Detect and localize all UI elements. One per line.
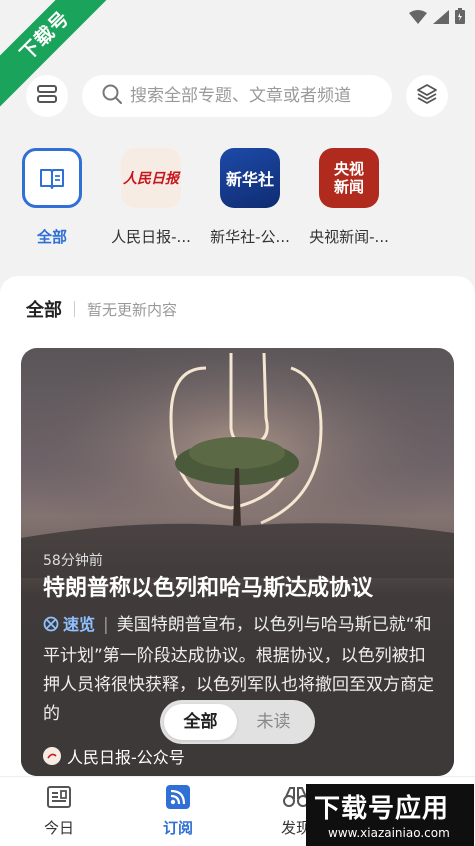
nav-today[interactable]: 今日 [19,785,99,838]
xhs-logo: 新华社 [220,148,280,208]
watermark-url: www.xiazainiao.com [328,826,450,840]
channel-label: 全部 [36,228,67,246]
book-icon [22,148,82,208]
channel-rmrb[interactable]: 人民日报 人民日报-... [96,148,206,247]
quick-read-label: 速览 [63,615,96,634]
filter-all[interactable]: 全部 [164,704,237,740]
source-name: 人民日报-公众号 [67,748,185,767]
layers-icon [416,83,438,109]
list-icon [37,85,57,107]
watermark-logo: 下载号应用 www.xiazainiao.com [306,784,474,846]
article-title: 特朗普称以色列和哈马斯达成协议 [43,576,374,601]
filter-unread[interactable]: 未读 [237,704,310,740]
menu-button[interactable] [26,75,68,117]
panel-header: 全部 暂无更新内容 [26,296,177,322]
search-bar[interactable] [82,75,392,117]
channel-ysxw[interactable]: 央视新闻 央视新闻-... [294,148,404,247]
watermark-text: 下载号应用 [314,794,450,824]
panel-status: 暂无更新内容 [87,300,178,319]
channel-label: 新华社-公... [210,228,290,246]
nav-label: 今日 [43,819,74,837]
search-input[interactable] [130,86,380,106]
channel-label: 央视新闻-... [309,228,389,246]
layers-button[interactable] [406,75,448,117]
newspaper-icon [46,786,72,813]
channel-label: 人民日报-... [111,228,191,246]
channel-all[interactable]: 全部 [0,148,107,247]
battery-icon [455,8,465,28]
search-icon [102,84,122,108]
source-avatar [43,747,61,765]
rss-icon [166,785,190,813]
panel-title: 全部 [26,300,62,321]
quick-read-icon [43,613,59,642]
ysxw-logo-text: 央视新闻 [333,160,364,196]
xhs-logo-text: 新华社 [225,170,274,189]
article-source: 人民日报-公众号 [43,744,185,768]
rmrb-logo: 人民日报 [121,148,181,208]
nav-label: 订阅 [162,819,193,837]
divider [74,301,75,317]
channel-list: 全部 人民日报 人民日报-... 新华社 新华社-公... 央视新闻 央视新闻-… [0,148,475,258]
wifi-icon [409,9,427,28]
channel-xhs[interactable]: 新华社 新华社-公... [195,148,305,247]
rmrb-logo-text: 人民日报 [123,171,179,187]
article-time: 58分钟前 [43,553,103,569]
signal-icon [433,9,449,28]
read-filter-toggle: 全部 未读 [160,700,315,744]
nav-subscribe[interactable]: 订阅 [138,785,218,838]
ysxw-logo: 央视新闻 [319,148,379,208]
